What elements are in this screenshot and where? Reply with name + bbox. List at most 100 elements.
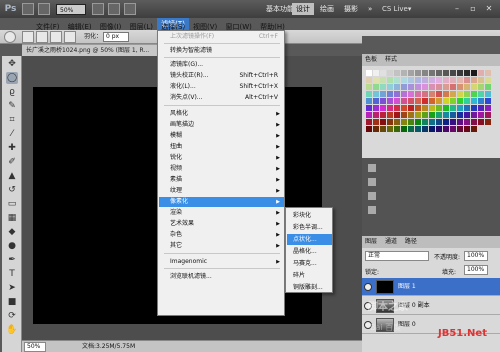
adjustment-icon[interactable] xyxy=(368,206,376,214)
tab-channels[interactable]: 通道 xyxy=(385,238,397,245)
swatch[interactable] xyxy=(457,105,463,111)
swatch[interactable] xyxy=(436,91,442,97)
swatch[interactable] xyxy=(422,91,428,97)
dodge-tool-icon[interactable]: ● xyxy=(6,240,18,252)
selection-mode-new-icon[interactable] xyxy=(22,31,34,43)
blur-tool-icon[interactable]: ◆ xyxy=(6,226,18,238)
submenu-item[interactable]: 点状化... xyxy=(287,234,332,245)
swatch[interactable] xyxy=(401,91,407,97)
swatch[interactable] xyxy=(485,77,491,83)
swatch[interactable] xyxy=(443,70,449,76)
swatch[interactable] xyxy=(366,98,372,104)
swatch[interactable] xyxy=(450,84,456,90)
swatch[interactable] xyxy=(380,91,386,97)
lasso-tool-icon[interactable]: ϱ xyxy=(6,86,18,98)
swatch[interactable] xyxy=(401,119,407,125)
swatch[interactable] xyxy=(422,119,428,125)
menu-layer[interactable]: 图层(L) xyxy=(130,23,153,31)
swatch[interactable] xyxy=(366,70,372,76)
type-tool-icon[interactable]: T xyxy=(6,268,18,280)
swatch[interactable] xyxy=(394,70,400,76)
swatch[interactable] xyxy=(408,70,414,76)
swatch[interactable] xyxy=(415,119,421,125)
filter-menu-item[interactable]: 滤镜库(G)... xyxy=(170,60,284,70)
filter-menu-item[interactable]: 消失点(V)... Alt+Ctrl+V xyxy=(170,93,284,103)
swatch[interactable] xyxy=(471,84,477,90)
swatch[interactable] xyxy=(457,70,463,76)
swatch[interactable] xyxy=(443,77,449,83)
swatch[interactable] xyxy=(415,91,421,97)
swatch[interactable] xyxy=(366,84,372,90)
swatch[interactable] xyxy=(401,112,407,118)
swatch[interactable] xyxy=(373,105,379,111)
swatch[interactable] xyxy=(443,84,449,90)
swatch[interactable] xyxy=(450,98,456,104)
swatch[interactable] xyxy=(408,119,414,125)
filter-menu-item[interactable]: 艺术效果 ▶ xyxy=(170,219,284,229)
swatch[interactable] xyxy=(394,77,400,83)
swatch[interactable] xyxy=(450,126,456,132)
swatch[interactable] xyxy=(478,70,484,76)
filter-menu-item[interactable]: 素描 ▶ xyxy=(170,175,284,185)
swatch[interactable] xyxy=(485,119,491,125)
brush-tool-icon[interactable]: ✐ xyxy=(6,156,18,168)
filter-menu-item[interactable]: 纹理 ▶ xyxy=(170,186,284,196)
filter-menu-item[interactable]: 扭曲 ▶ xyxy=(170,142,284,152)
swatch[interactable] xyxy=(443,112,449,118)
adjustment-icon[interactable] xyxy=(368,164,376,172)
swatch[interactable] xyxy=(436,70,442,76)
swatch[interactable] xyxy=(443,98,449,104)
menu-file[interactable]: 文件(F) xyxy=(36,23,60,31)
swatch[interactable] xyxy=(464,77,470,83)
swatch[interactable] xyxy=(471,119,477,125)
tab-layers[interactable]: 图层 xyxy=(365,238,377,245)
swatch[interactable] xyxy=(394,105,400,111)
menu-help[interactable]: 帮助(H) xyxy=(260,23,285,31)
fill-input[interactable]: 100% xyxy=(464,265,488,275)
swatch[interactable] xyxy=(380,70,386,76)
swatch[interactable] xyxy=(436,84,442,90)
path-select-tool-icon[interactable]: ➤ xyxy=(6,282,18,294)
swatch[interactable] xyxy=(408,105,414,111)
swatch[interactable] xyxy=(394,119,400,125)
swatch[interactable] xyxy=(401,105,407,111)
view-extras-icon[interactable] xyxy=(92,3,104,15)
swatch[interactable] xyxy=(387,70,393,76)
swatch[interactable] xyxy=(429,98,435,104)
swatch[interactable] xyxy=(366,91,372,97)
swatch[interactable] xyxy=(373,77,379,83)
menu-window[interactable]: 窗口(W) xyxy=(226,23,252,31)
zoom-level-select[interactable]: 50% xyxy=(56,4,86,15)
document-tab[interactable]: 长广溪之雨桥1024.png @ 50% (图层 1, R... xyxy=(22,45,160,56)
swatch[interactable] xyxy=(394,84,400,90)
swatch[interactable] xyxy=(485,91,491,97)
swatch[interactable] xyxy=(478,112,484,118)
filter-menu-item[interactable]: 风格化 ▶ xyxy=(170,109,284,119)
swatch[interactable] xyxy=(436,119,442,125)
swatch[interactable] xyxy=(457,98,463,104)
swatch[interactable] xyxy=(422,112,428,118)
submenu-item[interactable]: 晶格化... xyxy=(287,246,332,257)
swatch[interactable] xyxy=(443,91,449,97)
close-icon[interactable]: ✕ xyxy=(484,4,494,14)
ellipse-marquee-tool-icon[interactable] xyxy=(4,31,16,43)
swatch[interactable] xyxy=(380,112,386,118)
swatch[interactable] xyxy=(436,112,442,118)
swatch[interactable] xyxy=(443,126,449,132)
menu-edit[interactable]: 编辑(E) xyxy=(68,23,92,31)
swatch[interactable] xyxy=(422,105,428,111)
swatch[interactable] xyxy=(429,112,435,118)
swatch[interactable] xyxy=(387,119,393,125)
swatch[interactable] xyxy=(429,91,435,97)
swatch[interactable] xyxy=(450,70,456,76)
swatch[interactable] xyxy=(387,84,393,90)
swatch[interactable] xyxy=(415,112,421,118)
swatch[interactable] xyxy=(380,84,386,90)
swatch[interactable] xyxy=(408,77,414,83)
swatch[interactable] xyxy=(380,105,386,111)
swatch[interactable] xyxy=(457,91,463,97)
swatch[interactable] xyxy=(422,70,428,76)
swatch[interactable] xyxy=(457,112,463,118)
swatch[interactable] xyxy=(457,84,463,90)
filter-menu-item[interactable]: 锐化 ▶ xyxy=(170,153,284,163)
